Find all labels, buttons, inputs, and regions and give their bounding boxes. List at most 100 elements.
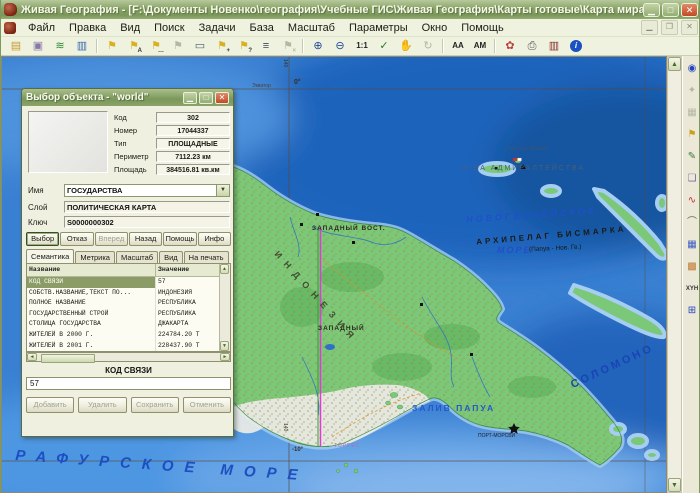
arc-measure-icon[interactable]: ⌒ <box>683 213 700 232</box>
select-object-flag-icon[interactable]: ⚑ <box>101 37 123 56</box>
menu-item[interactable]: База <box>243 21 281 35</box>
dialog-tab[interactable]: На печать <box>184 251 229 263</box>
table-scroll-up-icon[interactable]: ▲ <box>220 264 229 274</box>
mdi-close-button[interactable]: ✕ <box>681 20 698 35</box>
table-row[interactable]: ЖИТЕЛЕЙ В 2001 Г. 228437.90 Т <box>27 341 219 351</box>
polyline-measure-icon[interactable]: ∿ <box>683 191 700 210</box>
attribute-value-input[interactable]: 57 <box>26 377 231 390</box>
print-icon[interactable]: ⎙ <box>521 37 543 56</box>
palette-icon[interactable]: ✿ <box>499 37 521 56</box>
dialog-button[interactable]: Назад <box>129 232 162 246</box>
object-info-fields: Код 302 Номер 17044337 Тип ПЛОЩАДНЫЕ Пер… <box>114 111 230 176</box>
find-object-icon[interactable]: AM <box>469 37 491 56</box>
dialog-button[interactable]: Инфо <box>198 232 231 246</box>
application-window: Живая География - [F:\Документы Новенко\… <box>0 0 700 493</box>
flag-tool-icon[interactable]: ⚑ <box>683 125 700 144</box>
dialog-bottom-button[interactable]: Сохранить <box>131 397 179 413</box>
table-scroll-right-icon[interactable]: ► <box>220 353 230 361</box>
scale-one-to-one-icon[interactable]: 1:1 <box>351 37 373 56</box>
table-row[interactable]: СТОЛИЦА ГОСУДАРСТВА ДЖАКАРТА <box>27 319 219 330</box>
table-row[interactable]: ЖИТЕЛЕЙ В 2000 Г. 224784.20 Т <box>27 330 219 341</box>
menu-item[interactable]: Окно <box>415 21 455 35</box>
dialog-maximize-button[interactable]: □ <box>199 92 213 104</box>
menu-item[interactable]: Параметры <box>342 21 415 35</box>
select-more-flag-icon[interactable]: ⚑ … <box>145 37 167 56</box>
open-map-icon[interactable]: ▤ <box>5 37 27 56</box>
clear-selection-flag-icon[interactable]: ⚑ × <box>277 37 299 56</box>
side-toolbar: ◉ ✦ ▦ ⚑ ✎ ❏ ∿ ⌒ ▦ ▩ XYH ⊞ <box>682 56 700 493</box>
dialog-title-bar[interactable]: Выбор объекта - "world" ▁ □ ✕ <box>22 89 233 106</box>
dialog-tab[interactable]: Вид <box>159 251 183 263</box>
menu-item[interactable]: Поиск <box>147 21 191 35</box>
minimize-button[interactable]: ▁ <box>643 3 660 17</box>
select-inactive-flag-icon[interactable]: ⚑ <box>167 37 189 56</box>
pan-hand-icon[interactable]: ✋ <box>395 37 417 56</box>
calculator-icon[interactable]: ⊞ <box>683 301 700 320</box>
menu-item[interactable]: Задачи <box>192 21 243 35</box>
dialog-tab[interactable]: Семантика <box>26 249 74 263</box>
dialog-bottom-button[interactable]: Добавить <box>26 397 74 413</box>
table-scroll-down-icon[interactable]: ▼ <box>220 341 229 351</box>
dialog-bottom-button[interactable]: Удалить <box>78 397 126 413</box>
zoom-in-icon[interactable]: ⊕ <box>307 37 329 56</box>
reference-book-icon[interactable]: ▥ <box>543 37 565 56</box>
map-vertical-scrollbar[interactable]: ▲ ▼ <box>667 56 682 493</box>
menu-item[interactable]: Масштаб <box>281 21 342 35</box>
mdi-minimize-button[interactable]: ▁ <box>641 20 658 35</box>
table-row[interactable]: ПОЛНОЕ НАЗВАНИЕ РЕСПУБЛИКА <box>27 298 219 309</box>
dialog-close-button[interactable]: ✕ <box>215 92 229 104</box>
menu-item[interactable]: Правка <box>62 21 113 35</box>
xyh-coordinates-icon[interactable]: XYH <box>683 279 700 298</box>
save-map-icon[interactable]: ▣ <box>27 37 49 56</box>
query-selection-flag-icon[interactable]: ⚑ ? <box>233 37 255 56</box>
layers-icon[interactable]: ≋ <box>49 37 71 56</box>
dialog-bottom-button[interactable]: Отменить <box>183 397 231 413</box>
toolbar-button[interactable] <box>93 37 101 56</box>
relief-map-icon[interactable]: ▩ <box>683 257 700 276</box>
add-selection-flag-icon[interactable]: ⚑ + <box>211 37 233 56</box>
checkmark-tool-icon[interactable]: ✓ <box>373 37 395 56</box>
dialog-button-row: ВыборОтказВпередНазадПомощьИнфо <box>26 232 231 246</box>
close-button[interactable]: ✕ <box>681 3 698 17</box>
grid-select-icon[interactable]: ▦ <box>683 103 700 122</box>
combo-dropdown-icon[interactable]: ▼ <box>216 185 229 196</box>
zoom-out-icon[interactable]: ⊖ <box>329 37 351 56</box>
dialog-button[interactable]: Выбор <box>26 232 59 246</box>
dialog-minimize-button[interactable]: ▁ <box>183 92 197 104</box>
spotlight-icon[interactable]: ✦ <box>683 81 700 100</box>
grid-3d-icon[interactable]: ▦ <box>683 235 700 254</box>
find-text-icon[interactable]: AA <box>447 37 469 56</box>
dialog-tab[interactable]: Масштаб <box>116 251 158 263</box>
table-row[interactable]: СОБСТВ.НАЗВАНИЕ,ТЕКСТ ПО... ИНДОНЕЗИЯ <box>27 288 219 299</box>
menu-item[interactable]: Файл <box>21 21 62 35</box>
select-by-attribute-flag-icon[interactable]: ⚑ A <box>123 37 145 56</box>
object-list-icon[interactable]: ≡ <box>255 37 277 56</box>
toolbar-button[interactable] <box>439 37 447 56</box>
dialog-button[interactable]: Помощь <box>163 232 196 246</box>
table-vertical-scrollbar[interactable]: ▲ ▼ <box>219 264 230 351</box>
scrollbar-thumb[interactable] <box>41 354 95 363</box>
table-scroll-left-icon[interactable]: ◄ <box>27 353 37 361</box>
table-row[interactable]: ГОСУДАРСТВЕННЫЙ СТРОЙ РЕСПУБЛИКА <box>27 309 219 320</box>
dialog-button[interactable]: Отказ <box>60 232 93 246</box>
scroll-up-icon[interactable]: ▲ <box>668 57 681 71</box>
toolbar-button[interactable] <box>491 37 499 56</box>
table-row[interactable]: КОД СВЯЗИ 57 <box>27 277 219 288</box>
blocks-icon[interactable]: ❏ <box>683 169 700 188</box>
redraw-icon[interactable]: ↻ <box>417 37 439 56</box>
dialog-button[interactable]: Вперед <box>95 232 128 246</box>
layers-database-icon[interactable]: ▥ <box>71 37 93 56</box>
select-rectangle-icon[interactable]: ▭ <box>189 37 211 56</box>
mdi-restore-button[interactable]: ❐ <box>661 20 678 35</box>
maximize-button[interactable]: □ <box>662 3 679 17</box>
dialog-tab[interactable]: Метрика <box>75 251 115 263</box>
navigator-globe-icon[interactable]: ◉ <box>683 59 700 78</box>
menu-item[interactable]: Помощь <box>454 21 511 35</box>
menu-item[interactable]: Вид <box>113 21 147 35</box>
scroll-down-icon[interactable]: ▼ <box>668 478 681 492</box>
info-icon[interactable]: i <box>565 37 587 56</box>
table-horizontal-scrollbar[interactable]: ◄ ► <box>26 352 231 362</box>
name-combobox[interactable]: ГОСУДАРСТВА ▼ <box>64 184 230 197</box>
toolbar-button[interactable] <box>299 37 307 56</box>
edit-layers-icon[interactable]: ✎ <box>683 147 700 166</box>
